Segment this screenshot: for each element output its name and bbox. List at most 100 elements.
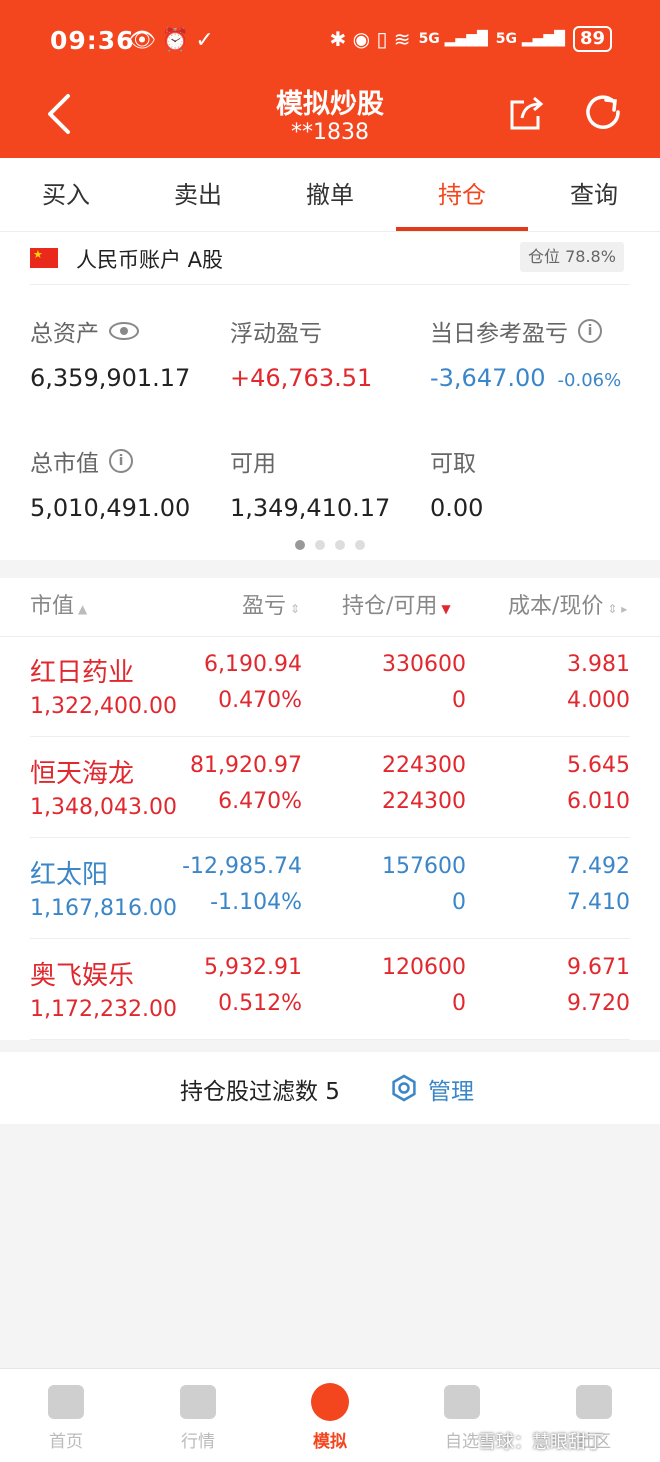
account-number: **1838 bbox=[291, 120, 369, 145]
sort-icon: ⇕ bbox=[290, 602, 301, 616]
withdrawable-label: 可取 bbox=[430, 451, 476, 477]
signal-icon-2: 5G ▂▄▆█ bbox=[495, 31, 565, 47]
metric-available: 可用 1,349,410.17 bbox=[230, 444, 390, 522]
account-name: 人民币账户 A股 bbox=[76, 248, 224, 272]
pnl-value: -12,985.74 bbox=[182, 854, 302, 879]
cost-price: 7.492 bbox=[567, 854, 630, 879]
signal-icon-1: 5G ▂▄▆█ bbox=[418, 31, 488, 47]
daily-pnl-pct: -0.06% bbox=[557, 370, 622, 391]
pnl-value: 5,932.91 bbox=[204, 955, 302, 980]
cost-price: 5.645 bbox=[567, 753, 630, 778]
current-price: 9.720 bbox=[567, 991, 630, 1016]
total-assets-value: 6,359,901.17 bbox=[30, 364, 191, 392]
metric-total-assets: 总资产 6,359,901.17 bbox=[30, 314, 190, 392]
refresh-icon[interactable] bbox=[584, 94, 624, 134]
pnl-percent: 0.470% bbox=[218, 688, 302, 713]
table-row[interactable]: 红日药业 1,322,400.00 6,190.94 0.470% 330600 0 3.9… bbox=[0, 636, 660, 737]
tab-buy[interactable]: 买入 bbox=[0, 158, 132, 231]
column-header-hold-available[interactable]: 持仓/可用 ▼ bbox=[342, 578, 451, 636]
table-row[interactable]: 红太阳 1,167,816.00 -12,985.74 -1.104% 157600 0 7… bbox=[0, 838, 660, 939]
tab-query[interactable]: 查询 bbox=[528, 158, 660, 231]
pnl-percent: 6.470% bbox=[218, 789, 302, 814]
divider bbox=[30, 1039, 630, 1040]
cost-price: 3.981 bbox=[567, 652, 630, 677]
page-dot[interactable] bbox=[335, 540, 345, 550]
nav-market[interactable]: 行情 bbox=[132, 1369, 264, 1462]
holdings-table: 市值 ▲ 盈亏 ⇕ 持仓/可用 ▼ 成本/现价 ⇕ ▸ 红日药业 1,322,400.00… bbox=[0, 578, 660, 1040]
china-flag-icon: ★ bbox=[30, 248, 58, 268]
page-title: 模拟炒股 bbox=[276, 89, 384, 120]
share-icon[interactable] bbox=[508, 94, 546, 132]
pnl-percent: 0.512% bbox=[218, 991, 302, 1016]
daily-pnl-label: 当日参考盈亏 bbox=[430, 321, 568, 347]
total-assets-label: 总资产 bbox=[30, 321, 99, 347]
hold-quantity: 224300 bbox=[382, 753, 466, 778]
sort-icon: ▲ bbox=[78, 602, 88, 616]
stock-name: 恒天海龙 bbox=[30, 759, 135, 789]
status-right-group: ✱ ◉ ▯ ≋ 5G ▂▄▆█ 5G ▂▄▆█ 89 bbox=[330, 26, 612, 52]
floating-pnl-label: 浮动盈亏 bbox=[230, 321, 322, 347]
column-header-market-value[interactable]: 市值 ▲ bbox=[30, 578, 87, 636]
pnl-value: 81,920.97 bbox=[190, 753, 302, 778]
exchange-icon bbox=[311, 1383, 349, 1421]
eye-icon[interactable] bbox=[109, 322, 139, 340]
table-row[interactable]: 恒天海龙 1,348,043.00 81,920.97 6.470% 224300 224… bbox=[0, 737, 660, 838]
tab-sell[interactable]: 卖出 bbox=[132, 158, 264, 231]
nav-simulate[interactable]: 模拟 bbox=[264, 1369, 396, 1462]
chart-icon bbox=[180, 1385, 216, 1419]
column-header-cost-price[interactable]: 成本/现价 ⇕ ▸ bbox=[508, 578, 627, 636]
metric-market-value: 总市值 i 5,010,491.00 bbox=[30, 444, 190, 522]
hold-quantity: 157600 bbox=[382, 854, 466, 879]
available-quantity: 0 bbox=[452, 890, 466, 915]
available-quantity: 224300 bbox=[382, 789, 466, 814]
available-value: 1,349,410.17 bbox=[230, 494, 391, 522]
manage-button[interactable]: 管理 bbox=[428, 1072, 474, 1106]
current-price: 7.410 bbox=[567, 890, 630, 915]
market-value-value: 5,010,491.00 bbox=[30, 494, 191, 522]
page-dot[interactable] bbox=[295, 540, 305, 550]
nav-home[interactable]: 首页 bbox=[0, 1369, 132, 1462]
metric-daily-pnl: 当日参考盈亏 i -3,647.00 -0.06% bbox=[430, 314, 621, 392]
filter-count-text: 持仓股过滤数 5 bbox=[180, 1079, 340, 1105]
home-icon bbox=[48, 1385, 84, 1419]
metric-withdrawable: 可取 0.00 bbox=[430, 444, 483, 522]
system-status-icons: ✱ ◉ ▯ ≋ bbox=[329, 27, 411, 51]
divider bbox=[30, 284, 630, 285]
stock-name: 红日药业 bbox=[30, 658, 135, 688]
info-icon[interactable]: i bbox=[109, 449, 133, 473]
trade-tabs: 买入 卖出 撤单 持仓 查询 bbox=[0, 158, 660, 232]
page-dot[interactable] bbox=[355, 540, 365, 550]
available-quantity: 0 bbox=[452, 991, 466, 1016]
page-dot[interactable] bbox=[315, 540, 325, 550]
table-row[interactable]: 奥飞娱乐 1,172,232.00 5,932.91 0.512% 120600 0 9.6… bbox=[0, 939, 660, 1040]
stock-name: 红太阳 bbox=[30, 860, 109, 890]
column-header-pnl[interactable]: 盈亏 ⇕ bbox=[242, 578, 300, 636]
gear-icon[interactable] bbox=[390, 1074, 418, 1102]
position-ratio-badge: 仓位 78.8% bbox=[520, 242, 624, 272]
current-price: 4.000 bbox=[567, 688, 630, 713]
available-label: 可用 bbox=[230, 451, 276, 477]
message-icon bbox=[576, 1385, 612, 1419]
tab-cancel[interactable]: 撤单 bbox=[264, 158, 396, 231]
status-time: 09:36 bbox=[50, 26, 135, 55]
market-value-label: 总市值 bbox=[30, 451, 99, 477]
account-row: ★ 人民币账户 A股 仓位 78.8% bbox=[0, 232, 660, 284]
floating-pnl-value: +46,763.51 bbox=[230, 364, 373, 392]
status-bar: 09:36 👁⏰✓ ✱ ◉ ▯ ≋ 5G ▂▄▆█ 5G ▂▄▆█ 89 bbox=[0, 0, 660, 82]
info-icon[interactable]: i bbox=[578, 319, 602, 343]
pnl-percent: -1.104% bbox=[210, 890, 302, 915]
pnl-value: 6,190.94 bbox=[204, 652, 302, 677]
stock-name: 奥飞娱乐 bbox=[30, 961, 135, 991]
hold-quantity: 330600 bbox=[382, 652, 466, 677]
filter-bar: 持仓股过滤数 5 管理 bbox=[0, 1052, 660, 1124]
metric-floating-pnl: 浮动盈亏 +46,763.51 bbox=[230, 314, 372, 392]
folder-plus-icon bbox=[444, 1385, 480, 1419]
watermark: 雪球：慧眼甜丁 bbox=[478, 1432, 604, 1453]
tab-holdings[interactable]: 持仓 bbox=[396, 158, 528, 231]
withdrawable-value: 0.00 bbox=[430, 494, 484, 522]
available-quantity: 0 bbox=[452, 688, 466, 713]
cost-price: 9.671 bbox=[567, 955, 630, 980]
app-header: 09:36 👁⏰✓ ✱ ◉ ▯ ≋ 5G ▂▄▆█ 5G ▂▄▆█ 89 模拟炒… bbox=[0, 0, 660, 158]
page-indicator bbox=[0, 540, 660, 550]
sort-desc-icon: ▼ bbox=[441, 602, 451, 616]
